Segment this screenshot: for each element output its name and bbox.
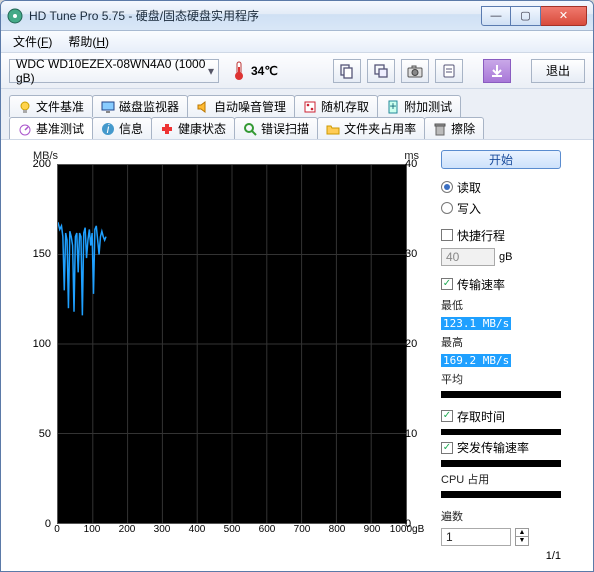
camera-button[interactable] — [401, 59, 429, 83]
search-icon — [243, 122, 257, 136]
tab-附加测试[interactable]: +附加测试 — [377, 95, 461, 117]
tab-错误扫描[interactable]: 错误扫描 — [234, 117, 318, 139]
start-button[interactable]: 开始 — [441, 150, 561, 169]
x-axis-ticks: 01002003004005006007008009001000gB — [57, 524, 417, 540]
save-button[interactable] — [483, 59, 511, 83]
copy-info-button[interactable] — [333, 59, 361, 83]
label-max: 最高 — [441, 334, 561, 350]
dice-icon — [303, 100, 317, 114]
app-window: HD Tune Pro 5.75 - 硬盘/固态硬盘实用程序 — ▢ ✕ 文件(… — [0, 0, 594, 572]
spin-down-button[interactable]: ▼ — [515, 537, 529, 546]
label-passes: 遍数 — [441, 508, 561, 524]
checkbox-icon — [441, 442, 453, 454]
drive-select-value: WDC WD10EZEX-08WN4A0 (1000 gB) — [16, 57, 212, 85]
health-icon — [160, 122, 174, 136]
window-controls: — ▢ ✕ — [481, 6, 587, 26]
tab-文件夹占用率[interactable]: 文件夹占用率 — [317, 117, 425, 139]
passes-input[interactable]: 1 — [441, 528, 511, 546]
close-button[interactable]: ✕ — [541, 6, 587, 26]
value-access — [441, 429, 561, 436]
tab-信息[interactable]: i信息 — [92, 117, 152, 139]
value-cpu — [441, 491, 561, 498]
plus-doc-icon: + — [386, 100, 400, 114]
side-panel: 开始 读取 写入 快捷行程 40 gB 传输速率 最低 123.1 MB/s 最… — [441, 150, 561, 562]
menu-help[interactable]: 帮助(H) — [62, 31, 115, 52]
tab-基准测试[interactable]: 基准测试 — [9, 117, 93, 139]
trash-icon — [433, 122, 447, 136]
benchmark-chart: MB/s ms 050100150200 010203040 010020030… — [11, 150, 431, 562]
maximize-button[interactable]: ▢ — [511, 6, 541, 26]
speaker-icon — [196, 100, 210, 114]
spin-up-button[interactable]: ▲ — [515, 528, 529, 537]
tab-随机存取[interactable]: 随机存取 — [294, 95, 378, 117]
y-axis-right-ticks: 010203040 — [403, 164, 427, 524]
label-cpu: CPU 占用 — [441, 471, 561, 487]
unit-label: gB — [499, 251, 512, 263]
y-axis-left-ticks: 050100150200 — [31, 164, 55, 524]
chevron-down-icon: ▾ — [208, 64, 214, 78]
folder-icon — [326, 122, 340, 136]
checkbox-access[interactable]: 存取时间 — [441, 408, 561, 425]
gauge-icon — [18, 122, 32, 136]
menu-bar: 文件(F) 帮助(H) — [1, 31, 593, 53]
tab-文件基准[interactable]: 文件基准 — [9, 95, 93, 117]
drive-select[interactable]: WDC WD10EZEX-08WN4A0 (1000 gB) ▾ — [9, 59, 219, 83]
checkbox-shortstroke[interactable]: 快捷行程 — [441, 227, 561, 244]
checkbox-icon — [441, 278, 453, 290]
label-avg: 平均 — [441, 371, 561, 387]
info-icon: i — [101, 122, 115, 136]
thermometer-icon — [231, 61, 247, 81]
tab-健康状态[interactable]: 健康状态 — [151, 117, 235, 139]
minimize-button[interactable]: — — [481, 6, 511, 26]
page-indicator: 1/1 — [441, 550, 561, 562]
value-min: 123.1 MB/s — [441, 317, 561, 330]
app-icon — [7, 8, 23, 24]
label-min: 最低 — [441, 297, 561, 313]
content-area: MB/s ms 050100150200 010203040 010020030… — [1, 140, 593, 570]
bulb-icon — [18, 100, 32, 114]
svg-text:+: + — [390, 100, 397, 113]
monitor-icon — [101, 100, 115, 114]
tab-磁盘监视器[interactable]: 磁盘监视器 — [92, 95, 188, 117]
value-max: 169.2 MB/s — [441, 354, 561, 367]
temperature-value: 34℃ — [251, 64, 278, 78]
temperature-display: 34℃ — [231, 61, 278, 81]
checkbox-icon — [441, 410, 453, 422]
radio-write[interactable]: 写入 — [441, 200, 561, 217]
toolbar: WDC WD10EZEX-08WN4A0 (1000 gB) ▾ 34℃ 退出 — [1, 53, 593, 89]
radio-icon — [441, 181, 453, 193]
menu-file[interactable]: 文件(F) — [7, 31, 58, 52]
shortstroke-input: 40 — [441, 248, 495, 266]
tab-strip: 文件基准磁盘监视器自动噪音管理随机存取+附加测试 基准测试i信息健康状态错误扫描… — [1, 89, 593, 140]
chart-plot — [57, 164, 407, 524]
tab-擦除[interactable]: 擦除 — [424, 117, 484, 139]
clipboard-button[interactable] — [435, 59, 463, 83]
svg-text:i: i — [107, 122, 110, 136]
title-bar: HD Tune Pro 5.75 - 硬盘/固态硬盘实用程序 — ▢ ✕ — [1, 1, 593, 31]
screenshot-button[interactable] — [367, 59, 395, 83]
checkbox-burst[interactable]: 突发传输速率 — [441, 439, 561, 456]
radio-read[interactable]: 读取 — [441, 179, 561, 196]
window-title: HD Tune Pro 5.75 - 硬盘/固态硬盘实用程序 — [29, 7, 481, 24]
exit-button[interactable]: 退出 — [531, 59, 585, 83]
checkbox-icon — [441, 229, 453, 241]
checkbox-transfer[interactable]: 传输速率 — [441, 276, 561, 293]
value-avg — [441, 391, 561, 398]
radio-icon — [441, 202, 453, 214]
value-burst — [441, 460, 561, 467]
tab-自动噪音管理[interactable]: 自动噪音管理 — [187, 95, 295, 117]
